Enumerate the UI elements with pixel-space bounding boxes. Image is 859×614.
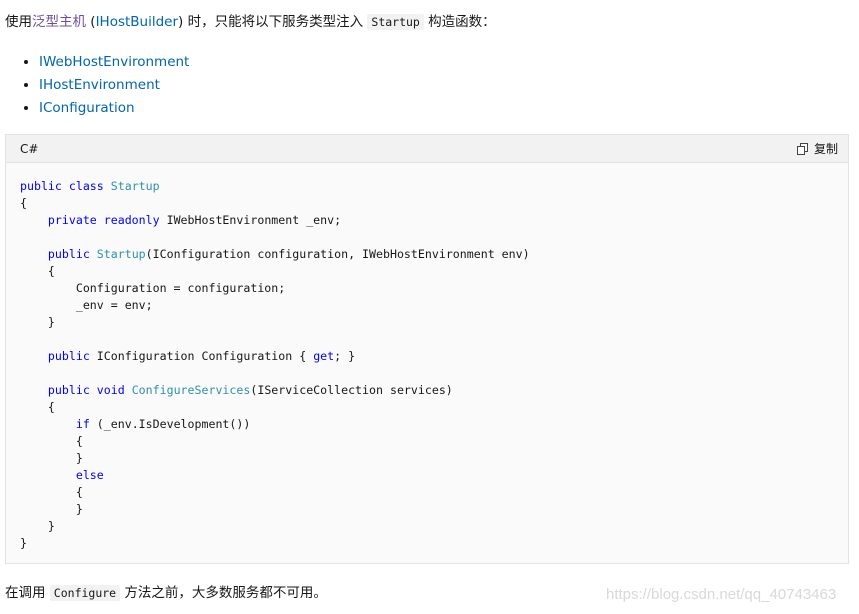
code-token: get bbox=[313, 349, 335, 363]
outro-paragraph: 在调用 Configure 方法之前，大多数服务都不可用。 bbox=[5, 582, 327, 604]
list-item: IWebHostEnvironment bbox=[39, 51, 189, 74]
code-line: public IConfiguration Configuration { ge… bbox=[20, 349, 355, 363]
code-token: } bbox=[20, 502, 83, 516]
code-line: { bbox=[20, 434, 83, 448]
code-line: { bbox=[20, 400, 55, 414]
code-line: private readonly IWebHostEnvironment _en… bbox=[20, 213, 341, 227]
intro-suffix: 构造函数： bbox=[423, 14, 496, 30]
watermark: https://blog.csdn.net/qq_40743463 bbox=[606, 586, 837, 603]
generic-host-link[interactable]: 泛型主机 bbox=[32, 14, 86, 30]
code-header: C# 复制 bbox=[6, 135, 848, 163]
code-block: C# 复制 public class Startup { private rea… bbox=[5, 134, 849, 564]
copy-icon bbox=[796, 142, 808, 155]
code-token: public class bbox=[20, 179, 111, 193]
service-types-list: IWebHostEnvironment IHostEnvironment ICo… bbox=[0, 51, 189, 120]
code-token: { bbox=[20, 400, 55, 414]
code-line: } bbox=[20, 536, 27, 550]
code-line: public void ConfigureServices(IServiceCo… bbox=[20, 383, 453, 397]
code-token: Configuration = configuration; bbox=[20, 281, 286, 295]
code-line: } bbox=[20, 519, 55, 533]
code-token: (IConfiguration configuration, IWebHostE… bbox=[145, 247, 530, 261]
code-line: { bbox=[20, 196, 27, 210]
code-line: else bbox=[20, 468, 104, 482]
list-item: IHostEnvironment bbox=[39, 74, 189, 97]
code-token: public void bbox=[47, 383, 132, 397]
code-token: _env = env; bbox=[20, 298, 153, 312]
code-token: { bbox=[20, 264, 55, 278]
code-language-label: C# bbox=[20, 141, 39, 156]
code-token: IConfiguration Configuration { bbox=[96, 349, 314, 363]
iwebhostenvironment-link[interactable]: IWebHostEnvironment bbox=[39, 54, 189, 70]
code-line: public class Startup bbox=[20, 179, 160, 193]
code-token: { bbox=[20, 196, 27, 210]
code-token: public bbox=[47, 349, 97, 363]
code-line: } bbox=[20, 502, 83, 516]
code-token: private readonly bbox=[47, 213, 167, 227]
code-line: if (_env.IsDevelopment()) bbox=[20, 417, 251, 431]
copy-label: 复制 bbox=[813, 142, 838, 156]
code-token: else bbox=[75, 468, 104, 482]
code-token: IWebHostEnvironment _env; bbox=[166, 213, 342, 227]
list-item: IConfiguration bbox=[39, 97, 189, 120]
configure-inline-code: Configure bbox=[49, 585, 121, 601]
code-token: } bbox=[20, 519, 55, 533]
outro-prefix: 在调用 bbox=[5, 585, 50, 601]
code-token: (_env.IsDevelopment()) bbox=[89, 417, 251, 431]
code-line: public Startup(IConfiguration configurat… bbox=[20, 247, 530, 261]
code-token: (IServiceCollection services) bbox=[250, 383, 453, 397]
iconfiguration-link[interactable]: IConfiguration bbox=[39, 100, 135, 116]
code-line: } bbox=[20, 451, 83, 465]
code-token: } bbox=[20, 451, 83, 465]
startup-inline-code: Startup bbox=[367, 14, 424, 30]
code-token: } bbox=[20, 315, 55, 329]
intro-after-builder: ) 时，只能将以下服务类型注入 bbox=[178, 14, 368, 30]
code-line: _env = env; bbox=[20, 298, 153, 312]
intro-paragraph: 使用泛型主机 (IHostBuilder) 时，只能将以下服务类型注入 Star… bbox=[5, 11, 496, 33]
code-line: { bbox=[20, 264, 55, 278]
code-token: Startup bbox=[110, 179, 160, 193]
ihostenvironment-link[interactable]: IHostEnvironment bbox=[39, 77, 160, 93]
code-token: if bbox=[75, 417, 90, 431]
code-token: Startup bbox=[96, 247, 146, 261]
outro-suffix: 方法之前，大多数服务都不可用。 bbox=[120, 585, 327, 601]
code-token: { bbox=[20, 485, 83, 499]
code-token: public bbox=[47, 247, 97, 261]
code-token: } bbox=[20, 536, 27, 550]
code-line: { bbox=[20, 485, 83, 499]
code-token: { bbox=[20, 434, 83, 448]
code-token: ConfigureServices bbox=[131, 383, 251, 397]
code-content: public class Startup { private readonly … bbox=[6, 163, 848, 552]
intro-open-paren: ( bbox=[86, 14, 96, 30]
code-line: Configuration = configuration; bbox=[20, 281, 285, 295]
ihostbuilder-link[interactable]: IHostBuilder bbox=[96, 14, 178, 30]
copy-button[interactable]: 复制 bbox=[796, 140, 838, 157]
code-line: } bbox=[20, 315, 55, 329]
code-token: ; } bbox=[334, 349, 356, 363]
intro-prefix: 使用 bbox=[5, 14, 32, 30]
